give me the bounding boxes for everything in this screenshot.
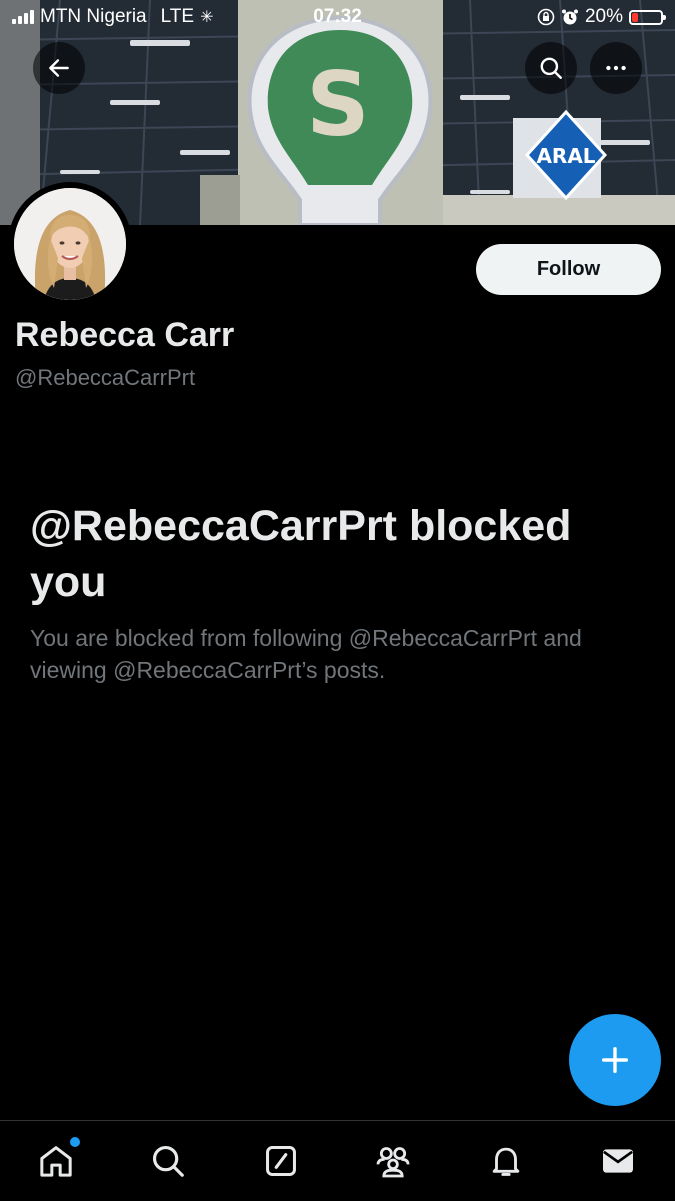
nav-communities[interactable] — [371, 1139, 415, 1183]
alarm-icon — [561, 9, 578, 25]
user-handle: @RebeccaCarrPrt — [15, 365, 196, 390]
battery-percentage: 20% — [584, 6, 623, 27]
home-icon — [40, 1146, 72, 1177]
arrow-left-icon — [49, 59, 69, 77]
blocked-description: You are blocked from following @RebeccaC… — [30, 625, 582, 683]
communities-icon — [376, 1147, 410, 1178]
svg-text:S: S — [306, 53, 369, 156]
display-name: Rebecca Carr — [15, 316, 235, 354]
more-button[interactable] — [590, 42, 642, 94]
search-icon — [540, 57, 562, 79]
status-bar: MTN Nigeria LTE ✳ 07:32 20% — [0, 0, 675, 34]
search-button[interactable] — [525, 42, 577, 94]
svg-text:ARAL: ARAL — [536, 144, 595, 168]
more-horizontal-icon — [606, 65, 626, 71]
mail-icon — [603, 1149, 633, 1173]
battery-level — [632, 12, 638, 22]
avatar[interactable] — [8, 182, 132, 306]
nav-notifications[interactable] — [484, 1139, 528, 1183]
battery-icon — [629, 9, 666, 25]
blocked-title: @RebeccaCarrPrt blocked you — [30, 502, 572, 606]
plus-icon — [601, 1046, 629, 1074]
follow-button[interactable]: Follow — [476, 244, 661, 295]
search-icon — [152, 1145, 184, 1177]
nav-search[interactable] — [146, 1139, 190, 1183]
avatar-image — [14, 188, 126, 300]
nav-messages[interactable] — [596, 1139, 640, 1183]
nav-home[interactable] — [34, 1137, 80, 1183]
status-right: 20% — [537, 6, 666, 28]
bottom-navigation — [0, 1120, 675, 1201]
back-button[interactable] — [33, 42, 85, 94]
orientation-lock-icon — [537, 8, 555, 26]
nav-compose[interactable] — [259, 1139, 303, 1183]
notification-dot — [70, 1137, 80, 1147]
bell-icon — [492, 1147, 520, 1176]
compose-fab-button[interactable] — [569, 1014, 661, 1106]
compose-icon — [266, 1146, 296, 1176]
